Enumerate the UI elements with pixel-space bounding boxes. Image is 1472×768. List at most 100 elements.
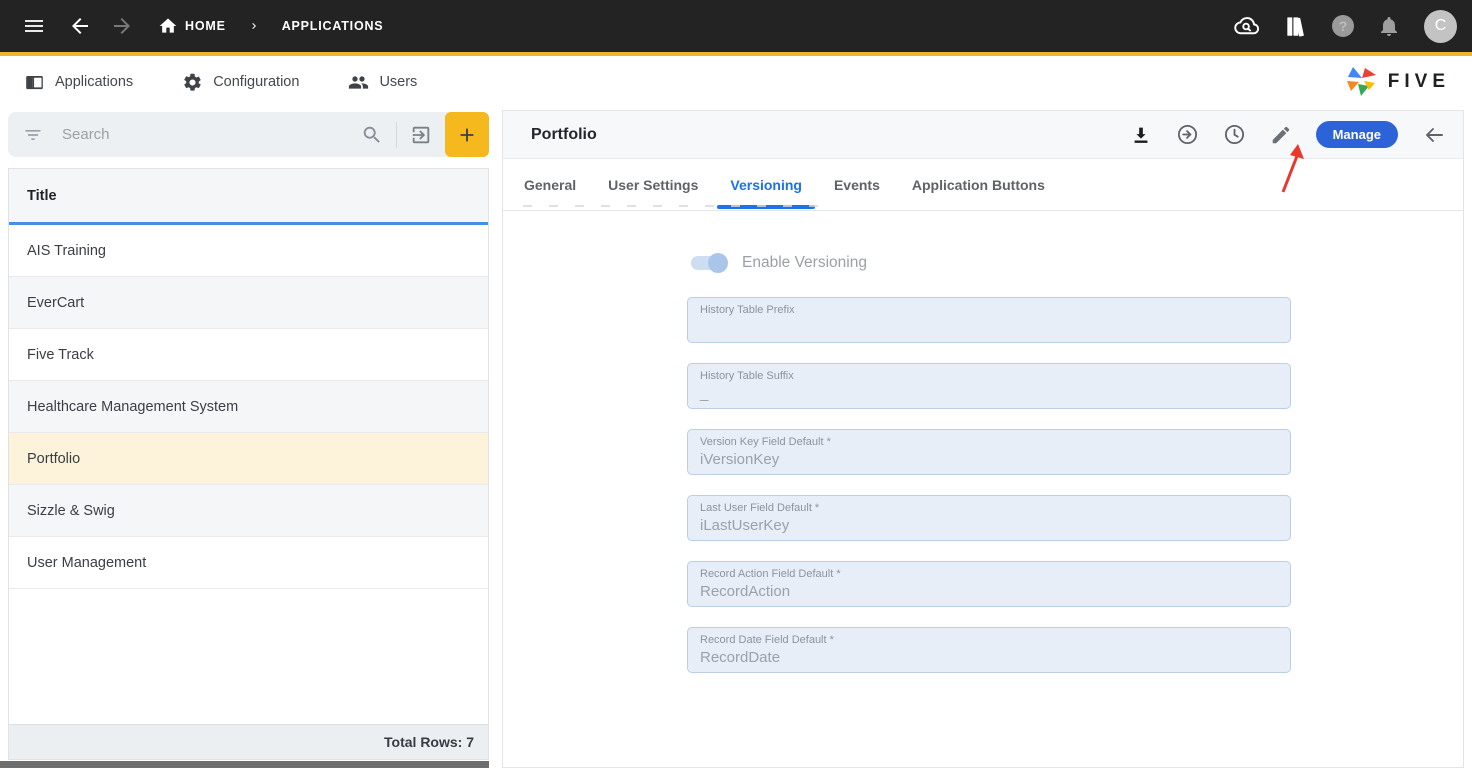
list-item-title: EverCart xyxy=(27,295,84,311)
five-logo-text: FIVE xyxy=(1388,71,1450,93)
enable-versioning-toggle[interactable]: Enable Versioning xyxy=(691,251,1463,275)
manage-button[interactable]: Manage xyxy=(1316,121,1398,148)
total-rows-label: Total Rows: 7 xyxy=(384,734,474,750)
form-field[interactable]: Record Action Field Default * RecordActi… xyxy=(687,561,1291,607)
list-footer: Total Rows: 7 xyxy=(9,724,488,759)
field-value: iLastUserKey xyxy=(700,517,1278,535)
home-icon[interactable] xyxy=(158,16,178,36)
topbar-left: HOME APPLICATIONS xyxy=(0,14,383,38)
field-list: History Table Prefix History Table Suffi… xyxy=(687,297,1463,673)
nav-tab-label: Users xyxy=(379,74,417,90)
list-item-title: User Management xyxy=(27,555,146,571)
column-header-title[interactable]: Title xyxy=(27,188,57,204)
form-field[interactable]: History Table Prefix xyxy=(687,297,1291,343)
detail-tab[interactable]: User Settings xyxy=(592,159,714,210)
field-value xyxy=(700,319,1278,337)
top-bar: HOME APPLICATIONS ? C xyxy=(0,0,1472,52)
horizontal-scrollbar[interactable] xyxy=(0,761,489,768)
topbar-right: ? C xyxy=(1233,10,1472,43)
cloud-search-icon[interactable] xyxy=(1233,13,1260,40)
detail-tab-label: General xyxy=(524,177,576,193)
back-arrow-icon[interactable] xyxy=(68,14,92,38)
list-item-title: Portfolio xyxy=(27,451,80,467)
list-item-title: Healthcare Management System xyxy=(27,399,238,415)
nav-tab-label: Applications xyxy=(55,74,133,90)
applications-icon xyxy=(24,72,45,93)
record-detail-panel: Portfolio Manage xyxy=(502,110,1464,768)
search-bar-actions xyxy=(361,112,489,157)
search-icon[interactable] xyxy=(361,124,383,146)
list-item[interactable]: Five Track xyxy=(9,329,488,381)
list-item[interactable]: Healthcare Management System xyxy=(9,381,488,433)
detail-header: Portfolio Manage xyxy=(503,111,1463,159)
form-field[interactable]: Last User Field Default * iLastUserKey xyxy=(687,495,1291,541)
toggle-label: Enable Versioning xyxy=(742,254,867,272)
list-item[interactable]: User Management xyxy=(9,537,488,589)
history-clock-icon[interactable] xyxy=(1223,123,1246,146)
plus-icon xyxy=(456,124,478,146)
clipped-hidden-tab-row xyxy=(523,205,823,207)
avatar[interactable]: C xyxy=(1424,10,1457,43)
menu-icon[interactable] xyxy=(22,14,46,38)
edit-pencil-icon[interactable] xyxy=(1270,124,1292,146)
list-header[interactable]: Title xyxy=(9,169,488,225)
field-label: History Table Prefix xyxy=(700,304,1278,316)
filter-icon[interactable] xyxy=(23,125,43,145)
detail-tab-label: Versioning xyxy=(730,177,802,193)
detail-tabs: General User Settings Versioning Events … xyxy=(503,159,1463,211)
field-label: History Table Suffix xyxy=(700,370,1278,382)
list-item-title: Five Track xyxy=(27,347,94,363)
add-button[interactable] xyxy=(445,112,489,157)
field-value: _ xyxy=(700,385,1278,403)
list-item[interactable]: Portfolio xyxy=(9,433,488,485)
collapse-left-icon[interactable] xyxy=(1422,123,1446,147)
go-arrow-circle-icon[interactable] xyxy=(1176,123,1199,146)
detail-tab[interactable]: Application Buttons xyxy=(896,159,1061,210)
form-field[interactable]: Record Date Field Default * RecordDate xyxy=(687,627,1291,673)
five-logo: FIVE xyxy=(1345,65,1450,99)
breadcrumb-section: APPLICATIONS xyxy=(282,19,384,33)
detail-header-actions: Manage xyxy=(1130,121,1446,148)
nav-tab-users[interactable]: Users xyxy=(348,72,417,93)
gear-wrench-icon xyxy=(182,72,203,93)
list-item[interactable]: AIS Training xyxy=(9,225,488,277)
detail-tab[interactable]: Versioning xyxy=(714,159,818,210)
detail-tab-label: Events xyxy=(834,177,880,193)
download-icon[interactable] xyxy=(1130,124,1152,146)
versioning-form: Enable Versioning History Table Prefix H… xyxy=(503,211,1463,673)
field-label: Last User Field Default * xyxy=(700,502,1278,514)
page-title: Portfolio xyxy=(531,126,597,144)
breadcrumb-home[interactable]: HOME xyxy=(185,19,226,33)
detail-tab-label: Application Buttons xyxy=(912,177,1045,193)
form-field[interactable]: Version Key Field Default * iVersionKey xyxy=(687,429,1291,475)
field-value: iVersionKey xyxy=(700,451,1278,469)
list-rows: AIS Training EverCart Five Track Healthc… xyxy=(9,225,488,589)
toggle-switch-on[interactable] xyxy=(691,256,725,270)
search-input[interactable]: Search xyxy=(62,126,110,143)
library-books-icon[interactable] xyxy=(1283,13,1309,39)
forward-arrow-icon[interactable] xyxy=(110,14,134,38)
applications-list-panel: Title AIS Training EverCart Five Track H… xyxy=(8,168,489,760)
nav-tab-applications[interactable]: Applications xyxy=(24,72,133,93)
field-label: Record Action Field Default * xyxy=(700,568,1278,580)
detail-tab-label: User Settings xyxy=(608,177,698,193)
field-value: RecordAction xyxy=(700,583,1278,601)
enter-record-icon[interactable] xyxy=(410,124,432,146)
divider xyxy=(396,122,397,148)
chevron-icon xyxy=(248,20,260,32)
field-label: Version Key Field Default * xyxy=(700,436,1278,448)
detail-tab[interactable]: General xyxy=(508,159,592,210)
detail-tab[interactable]: Events xyxy=(818,159,896,210)
list-item[interactable]: EverCart xyxy=(9,277,488,329)
nav-tab-configuration[interactable]: Configuration xyxy=(182,72,299,93)
module-nav: Applications Configuration Users FIVE xyxy=(0,56,1472,108)
nav-tab-label: Configuration xyxy=(213,74,299,90)
five-logo-pinwheel-icon xyxy=(1345,65,1379,99)
users-icon xyxy=(348,72,369,93)
list-item[interactable]: Sizzle & Swig xyxy=(9,485,488,537)
bell-icon[interactable] xyxy=(1377,14,1401,38)
toggle-knob xyxy=(708,253,728,273)
help-icon[interactable]: ? xyxy=(1332,15,1354,37)
form-field[interactable]: History Table Suffix _ xyxy=(687,363,1291,409)
list-item-title: AIS Training xyxy=(27,243,106,259)
